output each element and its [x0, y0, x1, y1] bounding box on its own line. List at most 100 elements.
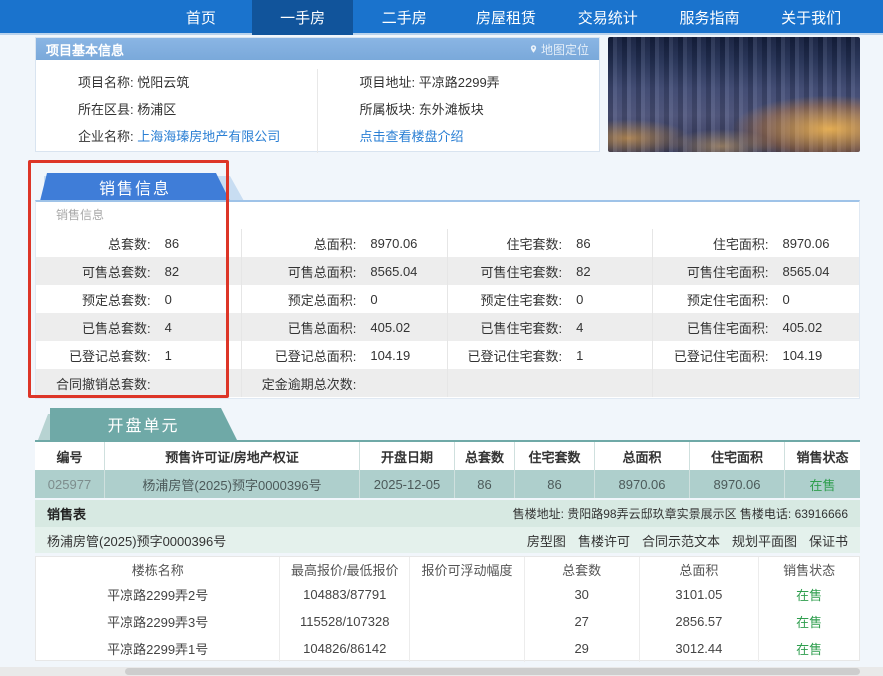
column-header: 报价可浮动幅度 — [410, 557, 525, 581]
project-name-value: 悦阳云筑 — [137, 75, 189, 90]
cell-opening-date: 2025-12-05 — [360, 470, 455, 498]
project-info-header: 项目基本信息 地图定位 — [36, 38, 599, 60]
cell-price-float — [410, 608, 525, 635]
project-intro-link[interactable]: 点击查看楼盘介绍 — [360, 129, 464, 144]
field-label: 住宅面积: — [653, 234, 768, 253]
company-label: 企业名称: — [78, 129, 134, 144]
field-label: 住宅套数: — [448, 234, 563, 253]
opening-units-tab[interactable]: 开盘单元 — [50, 408, 237, 440]
cell-price-float — [410, 635, 525, 662]
sales-info-cell: 已登记总面积: 104.19 — [242, 341, 448, 369]
cell-total-units: 86 — [455, 470, 515, 498]
project-photo — [608, 37, 860, 152]
sales-info-cell: 总套数:86 — [36, 229, 242, 257]
opening-units-table: 编号预售许可证/房地产权证开盘日期总套数住宅套数总面积住宅面积销售状态 0259… — [35, 442, 860, 498]
sales-info-cell: 已售住宅面积:405.02 — [653, 313, 859, 341]
project-info-right-column: 项目地址: 平凉路2299弄 所属板块: 东外滩板块 点击查看楼盘介绍 — [318, 69, 600, 153]
nav-item[interactable]: 服务指南 — [659, 0, 761, 35]
field-label: 已售住宅面积: — [653, 318, 768, 337]
buildings-header-row: 楼栋名称最高报价/最低报价报价可浮动幅度总套数总面积销售状态 — [36, 557, 859, 581]
column-header: 住宅套数 — [515, 442, 595, 470]
doc-link[interactable]: 合同示范文本 — [642, 531, 720, 550]
sales-info-cell: 已售总面积:405.02 — [242, 313, 448, 341]
opening-units-header-row: 编号预售许可证/房地产权证开盘日期总套数住宅套数总面积住宅面积销售状态 — [35, 442, 860, 470]
project-name-label: 项目名称: — [78, 75, 134, 90]
field-value: 82 — [576, 264, 590, 279]
column-header: 楼栋名称 — [36, 557, 280, 581]
buildings-rows: 平凉路2299弄2号 104883/87791 30 3101.05 在售 平凉… — [36, 581, 859, 662]
nav-item[interactable]: 房屋租赁 — [455, 0, 557, 35]
field-value: 8970.06 — [782, 236, 829, 251]
page: 首页一手房二手房房屋租赁交易统计服务指南关于我们 项目基本信息 地图定位 项目名… — [0, 0, 883, 676]
document-links: 房型图售楼许可合同示范文本规划平面图保证书 — [527, 531, 848, 550]
map-locate-link[interactable]: 地图定位 — [529, 41, 589, 58]
field-label: 预定住宅套数: — [448, 290, 563, 309]
field-label: 已登记总面积: — [242, 346, 357, 365]
status-badge: 在售 — [759, 608, 859, 635]
column-header: 最高报价/最低报价 — [280, 557, 410, 581]
nav-item[interactable]: 二手房 — [353, 0, 455, 35]
field-value: 0 — [165, 292, 172, 307]
column-header: 销售状态 — [759, 557, 859, 581]
table-row: 平凉路2299弄1号 104826/86142 29 3012.44 在售 — [36, 635, 859, 662]
field-label: 已售住宅套数: — [448, 318, 563, 337]
cell-total-area: 3012.44 — [640, 635, 760, 662]
table-row: 平凉路2299弄3号 115528/107328 27 2856.57 在售 — [36, 608, 859, 635]
sales-info-row: 总套数:86 总面积:8970.06 住宅套数:86 住宅面积:8970.06 — [36, 229, 859, 257]
nav-item[interactable]: 首页 — [150, 0, 252, 35]
sales-info-cell: 可售总套数:82 — [36, 257, 242, 285]
nav-item[interactable]: 一手房 — [252, 0, 354, 35]
cell-residential-area: 8970.06 — [690, 470, 785, 498]
sales-info-cell: 预定总面积:0 — [242, 285, 448, 313]
cell-building-name: 平凉路2299弄2号 — [36, 581, 280, 608]
cell-price-range: 104883/87791 — [280, 581, 410, 608]
nav-item[interactable]: 关于我们 — [760, 0, 862, 35]
cell-total-units: 29 — [525, 635, 640, 662]
district-row: 所在区县: 杨浦区 — [78, 96, 317, 123]
sales-info-cell: 预定总套数:0 — [36, 285, 242, 313]
column-header: 总套数 — [525, 557, 640, 581]
sales-info-cell — [653, 369, 859, 397]
doc-link[interactable]: 规划平面图 — [732, 531, 797, 550]
company-link[interactable]: 上海海瑧房地产有限公司 — [137, 129, 280, 144]
sales-info-cell: 可售总面积: 8565.04 — [242, 257, 448, 285]
sales-info-cell: 已售住宅套数:4 — [448, 313, 654, 341]
doc-link[interactable]: 房型图 — [527, 531, 566, 550]
project-info-body: 项目名称: 悦阳云筑 所在区县: 杨浦区 企业名称: 上海海瑧房地产有限公司 项… — [36, 60, 599, 153]
district-label: 所在区县: — [78, 102, 134, 117]
sales-info-tab[interactable]: 销售信息 — [40, 173, 230, 201]
field-value: 104.19 — [370, 348, 410, 363]
sales-info-cell — [448, 369, 654, 397]
status-badge: 在售 — [759, 581, 859, 608]
sales-info-panel: 销售信息 总套数:86 总面积:8970.06 住宅套数:86 住宅面积:897… — [35, 200, 860, 399]
field-value: 4 — [165, 320, 172, 335]
sales-info-cell: 已登记住宅套数: 1 — [448, 341, 654, 369]
field-value: 8565.04 — [370, 264, 417, 279]
field-value: 1 — [576, 348, 583, 363]
field-label: 已登记住宅套数: — [448, 346, 563, 365]
status-badge: 在售 — [759, 635, 859, 662]
field-label: 可售总面积: — [242, 262, 357, 281]
doc-link[interactable]: 售楼许可 — [578, 531, 630, 550]
address-label: 项目地址: — [360, 75, 416, 90]
nav-item[interactable]: 交易统计 — [557, 0, 659, 35]
column-header: 总面积 — [595, 442, 690, 470]
column-header: 编号 — [35, 442, 105, 470]
sales-info-cell: 已售总套数:4 — [36, 313, 242, 341]
field-label: 可售住宅套数: — [448, 262, 563, 281]
permit-bar: 杨浦房管(2025)预字0000396号 房型图售楼许可合同示范文本规划平面图保… — [35, 527, 860, 553]
sales-info-cell: 定金逾期总次数: — [242, 369, 448, 397]
permit-number: 杨浦房管(2025)预字0000396号 — [47, 531, 226, 550]
cell-residential-units: 86 — [515, 470, 595, 498]
field-label: 合同撤销总套数: — [36, 374, 151, 393]
field-value: 0 — [370, 292, 377, 307]
top-navigation: 首页一手房二手房房屋租赁交易统计服务指南关于我们 — [0, 0, 883, 35]
table-row: 025977 杨浦房管(2025)预字0000396号 2025-12-05 8… — [35, 470, 860, 498]
district-value: 杨浦区 — [137, 102, 176, 117]
field-label: 可售住宅面积: — [653, 262, 768, 281]
opening-units-rows: 025977 杨浦房管(2025)预字0000396号 2025-12-05 8… — [35, 470, 860, 498]
horizontal-scrollbar-thumb[interactable] — [125, 668, 860, 675]
field-value: 1 — [165, 348, 172, 363]
doc-link[interactable]: 保证书 — [809, 531, 848, 550]
map-locate-label: 地图定位 — [541, 41, 589, 58]
